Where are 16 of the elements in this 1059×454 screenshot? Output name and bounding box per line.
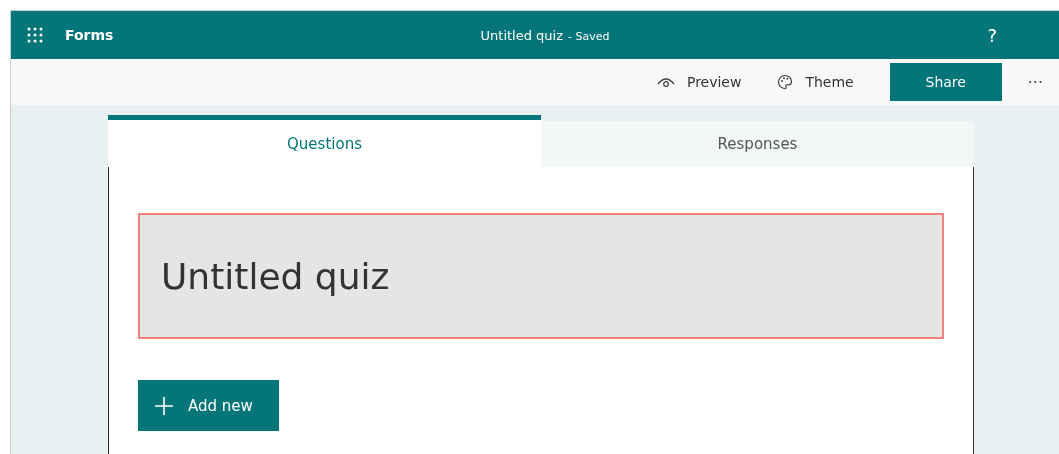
tab[interactable]: Responses (541, 121, 974, 167)
preview-button[interactable]: Preview (656, 74, 742, 90)
save-status: - Saved (568, 29, 610, 43)
add-new-button[interactable]: Add new (138, 380, 279, 431)
help-button[interactable]: ? (983, 24, 1001, 46)
app-name: Forms (65, 27, 114, 43)
quiz-title-field[interactable]: Untitled quiz (138, 213, 944, 339)
palette-icon (777, 74, 794, 90)
eye-icon (656, 76, 675, 88)
app-launcher-icon[interactable] (27, 27, 43, 43)
theme-button[interactable]: Theme (777, 74, 854, 90)
document-title: Untitled quiz (480, 27, 563, 43)
tab[interactable]: Questions (108, 115, 541, 167)
share-button[interactable]: Share (889, 63, 1002, 101)
more-options-button[interactable]: ··· (1021, 72, 1049, 92)
plus-icon (154, 395, 174, 416)
